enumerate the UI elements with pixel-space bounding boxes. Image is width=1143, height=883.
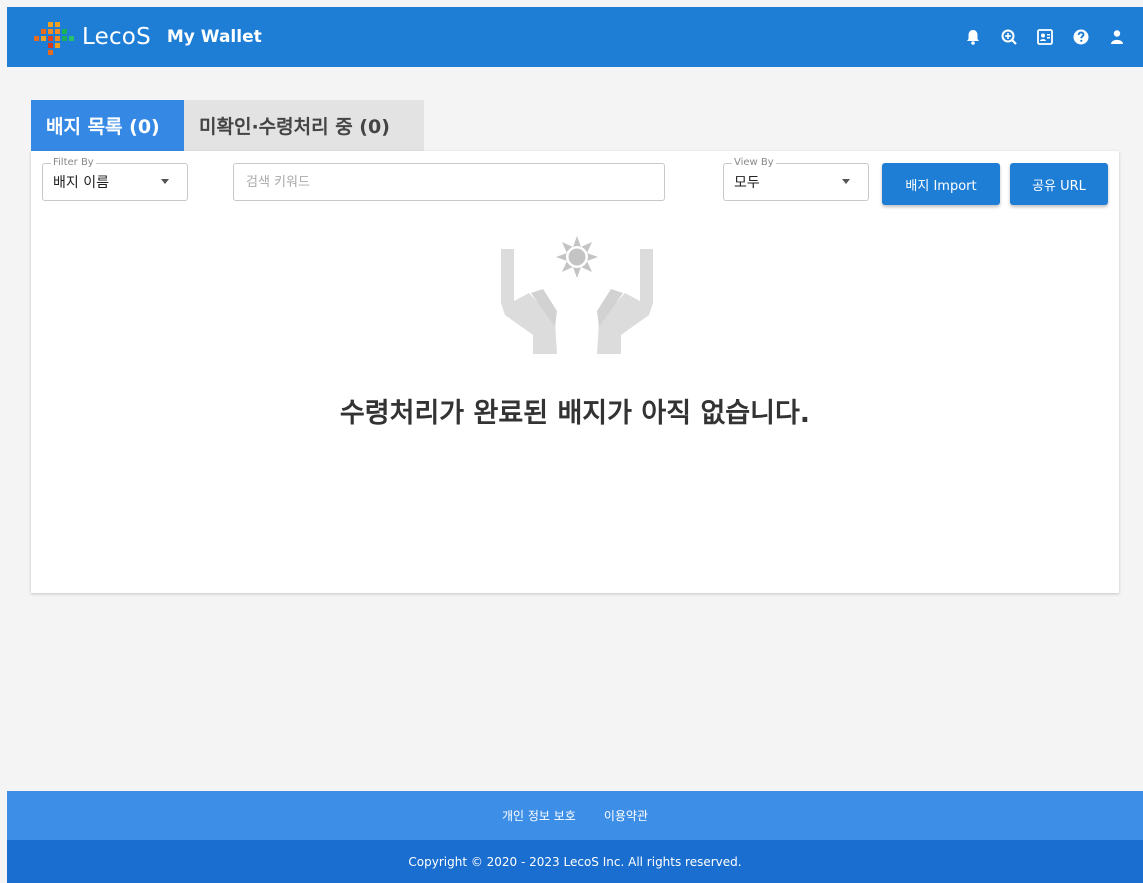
lecos-logo-icon bbox=[34, 22, 74, 55]
filter-by-select[interactable]: Filter By 배지 이름 bbox=[42, 157, 188, 201]
view-by-select[interactable]: View By 모두 bbox=[723, 157, 869, 201]
footer-copyright: Copyright © 2020 - 2023 LecoS Inc. All r… bbox=[7, 840, 1143, 883]
badge-search-icon[interactable] bbox=[991, 19, 1027, 55]
tab-bar: 배지 목록 (0) 미확인·수령처리 중 (0) bbox=[31, 100, 424, 151]
privacy-link[interactable]: 개인 정보 보호 bbox=[502, 807, 576, 824]
brand-logo[interactable]: LecoS bbox=[32, 19, 151, 55]
view-by-value: 모두 bbox=[734, 175, 760, 191]
user-icon[interactable] bbox=[1099, 19, 1135, 55]
header-actions bbox=[955, 7, 1143, 67]
id-card-icon[interactable] bbox=[1027, 19, 1063, 55]
terms-link[interactable]: 이용약관 bbox=[604, 807, 648, 824]
help-icon[interactable] bbox=[1063, 19, 1099, 55]
badge-import-button[interactable]: 배지 Import bbox=[882, 163, 1000, 205]
filter-by-label: Filter By bbox=[51, 157, 96, 169]
view-by-label: View By bbox=[732, 157, 776, 169]
filter-by-value: 배지 이름 bbox=[53, 175, 109, 191]
footer-links: 개인 정보 보호 이용약관 bbox=[7, 791, 1143, 840]
chevron-down-icon bbox=[842, 179, 850, 184]
chevron-down-icon bbox=[161, 179, 169, 184]
empty-badge-illustration-icon bbox=[501, 236, 653, 354]
app-title: My Wallet bbox=[166, 27, 262, 47]
brand-name: LecoS bbox=[82, 24, 151, 50]
empty-state-message: 수령처리가 완료된 배지가 아직 없습니다. bbox=[339, 398, 811, 429]
tab-pending-badges[interactable]: 미확인·수령처리 중 (0) bbox=[184, 100, 424, 151]
bell-icon[interactable] bbox=[955, 19, 991, 55]
top-app-bar: LecoS My Wallet bbox=[7, 7, 1143, 67]
share-url-button[interactable]: 공유 URL bbox=[1010, 163, 1108, 205]
badge-list-panel: Filter By 배지 이름 View By 모두 배지 Import 공유 … bbox=[31, 151, 1119, 593]
tab-badge-list[interactable]: 배지 목록 (0) bbox=[31, 100, 184, 151]
search-input[interactable] bbox=[233, 163, 665, 201]
